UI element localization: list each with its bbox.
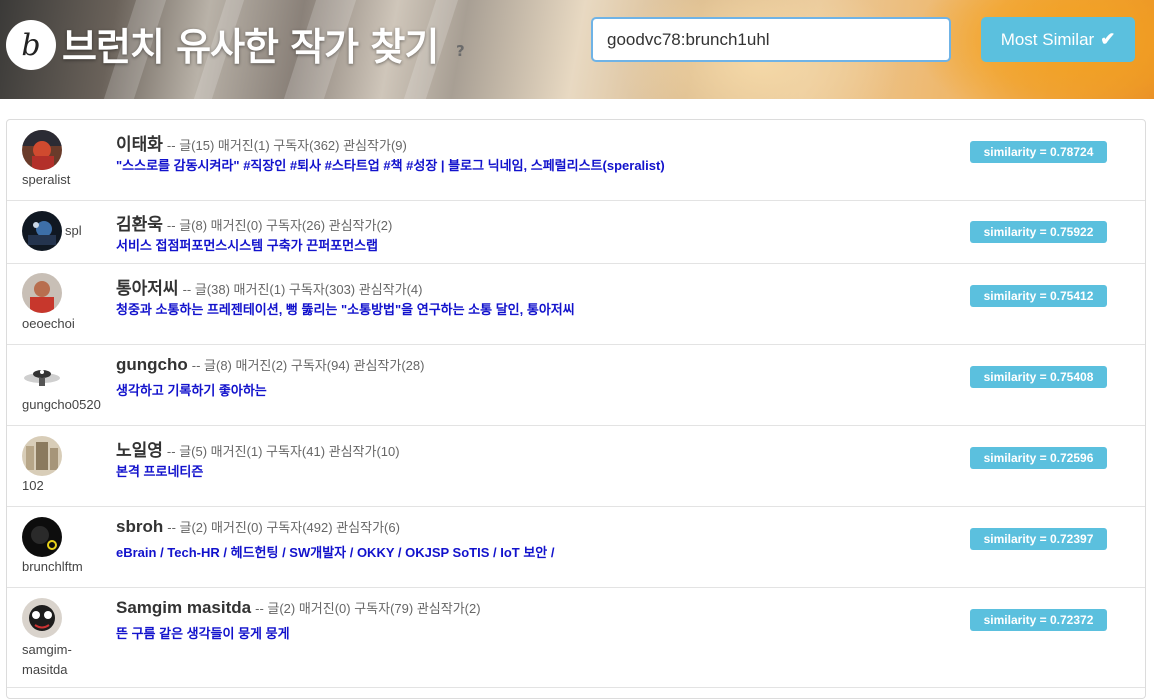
author-stats: -- 글(15) 매거진(1) 구독자(362) 관심작가(9) [166, 138, 407, 153]
table-row: samgim-masitda Samgim masitda -- 글(2) 매거진… [7, 588, 1145, 688]
similarity-badge: similarity = 0.72372 [970, 609, 1107, 631]
author-handle[interactable]: gungcho0520 [22, 397, 101, 413]
author-name[interactable]: 김환욱 [116, 215, 163, 234]
similarity-badge: similarity = 0.72596 [970, 447, 1107, 469]
author-info: Samgim masitda -- 글(2) 매거진(0) 구독자(79) 관심작… [116, 598, 481, 618]
author-name[interactable]: sbroh [116, 517, 163, 536]
author-info: 노일영 -- 글(5) 매거진(1) 구독자(41) 관심작가(10) [116, 436, 400, 461]
similarity-badge: similarity = 0.75408 [970, 366, 1107, 388]
logo-letter: b [21, 27, 41, 63]
similarity-badge: similarity = 0.75412 [970, 285, 1107, 307]
author-description[interactable]: 뜬 구름 같은 생각들이 뭉게 뭉게 [116, 623, 290, 642]
most-similar-label: Most Similar [1000, 29, 1095, 49]
author-stats: -- 글(2) 매거진(0) 구독자(79) 관심작가(2) [255, 601, 481, 616]
table-row: brunchlftm sbroh -- 글(2) 매거진(0) 구독자(492) … [7, 507, 1145, 588]
author-handle[interactable]: speralist [22, 172, 70, 188]
author-description[interactable]: "스스로를 감동시켜라" #직장인 #퇴사 #스타트업 #책 #성장 | 블로그… [116, 155, 665, 174]
author-handle[interactable]: brunchlftm [22, 559, 83, 575]
author-description[interactable]: 청중과 소통하는 프레젠테이션, 뻥 뚫리는 "소통방법"을 연구하는 소통 달… [116, 299, 575, 318]
author-info: 이태화 -- 글(15) 매거진(1) 구독자(362) 관심작가(9) [116, 130, 407, 155]
author-handle[interactable]: spl [65, 223, 82, 239]
avatar[interactable] [22, 273, 62, 313]
search-input[interactable] [591, 17, 951, 62]
author-description[interactable]: 생각하고 기록하기 좋아하는 [116, 380, 267, 399]
table-row: oeoechoi 통아저씨 -- 글(38) 매거진(1) 구독자(303) 관심… [7, 264, 1145, 345]
author-stats: -- 글(5) 매거진(1) 구독자(41) 관심작가(10) [166, 444, 400, 459]
author-handle[interactable]: 102 [22, 478, 44, 494]
avatar[interactable] [22, 517, 62, 557]
similarity-badge: similarity = 0.78724 [970, 141, 1107, 163]
author-description[interactable]: eBrain / Tech-HR / 헤드헌팅 / SW개발자 / OKKY /… [116, 542, 554, 561]
table-row: speralist 이태화 -- 글(15) 매거진(1) 구독자(362) 관심… [7, 120, 1145, 201]
author-name[interactable]: 이태화 [116, 135, 163, 154]
avatar[interactable] [22, 598, 62, 638]
brunch-logo[interactable]: b [6, 20, 56, 70]
author-stats: -- 글(8) 매거진(2) 구독자(94) 관심작가(28) [191, 358, 425, 373]
avatar[interactable] [22, 211, 62, 251]
author-description[interactable]: 서비스 접점퍼포먼스시스템 구축가 끈퍼포먼스랩 [116, 235, 378, 254]
author-name[interactable]: Samgim masitda [116, 598, 251, 617]
most-similar-button[interactable]: Most Similar ✔ [981, 17, 1135, 62]
page-header: b 브런치 유사한 작가 찾기 ? Most Similar ✔ [0, 0, 1154, 99]
avatar[interactable] [22, 130, 62, 170]
avatar[interactable] [22, 354, 62, 394]
author-info: 김환욱 -- 글(8) 매거진(0) 구독자(26) 관심작가(2) [116, 210, 392, 235]
author-info: 통아저씨 -- 글(38) 매거진(1) 구독자(303) 관심작가(4) [116, 274, 422, 299]
similarity-badge: similarity = 0.72397 [970, 528, 1107, 550]
author-stats: -- 글(2) 매거진(0) 구독자(492) 관심작가(6) [167, 520, 400, 535]
check-icon: ✔ [1100, 29, 1116, 49]
author-handle[interactable]: oeoechoi [22, 316, 75, 332]
help-icon[interactable]: ? [456, 42, 465, 60]
avatar[interactable] [22, 436, 62, 476]
author-info: gungcho -- 글(8) 매거진(2) 구독자(94) 관심작가(28) [116, 355, 424, 375]
table-row: gungcho0520 gungcho -- 글(8) 매거진(2) 구독자(94… [7, 345, 1145, 426]
author-name[interactable]: gungcho [116, 355, 188, 374]
similarity-badge: similarity = 0.75922 [970, 221, 1107, 243]
table-row: 102 노일영 -- 글(5) 매거진(1) 구독자(41) 관심작가(10) 본… [7, 426, 1145, 507]
author-name[interactable]: 노일영 [116, 441, 163, 460]
author-description[interactable]: 본격 프로네티즌 [116, 461, 203, 480]
author-handle[interactable]: samgim-masitda [22, 640, 102, 680]
result-list: speralist 이태화 -- 글(15) 매거진(1) 구독자(362) 관심… [6, 119, 1146, 699]
author-info: sbroh -- 글(2) 매거진(0) 구독자(492) 관심작가(6) [116, 517, 400, 537]
author-stats: -- 글(8) 매거진(0) 구독자(26) 관심작가(2) [166, 218, 393, 233]
table-row: spl 김환욱 -- 글(8) 매거진(0) 구독자(26) 관심작가(2) 서비… [7, 201, 1145, 264]
page-title: 브런치 유사한 작가 찾기 [62, 25, 439, 69]
author-name[interactable]: 통아저씨 [116, 279, 179, 298]
author-stats: -- 글(38) 매거진(1) 구독자(303) 관심작가(4) [182, 282, 423, 297]
